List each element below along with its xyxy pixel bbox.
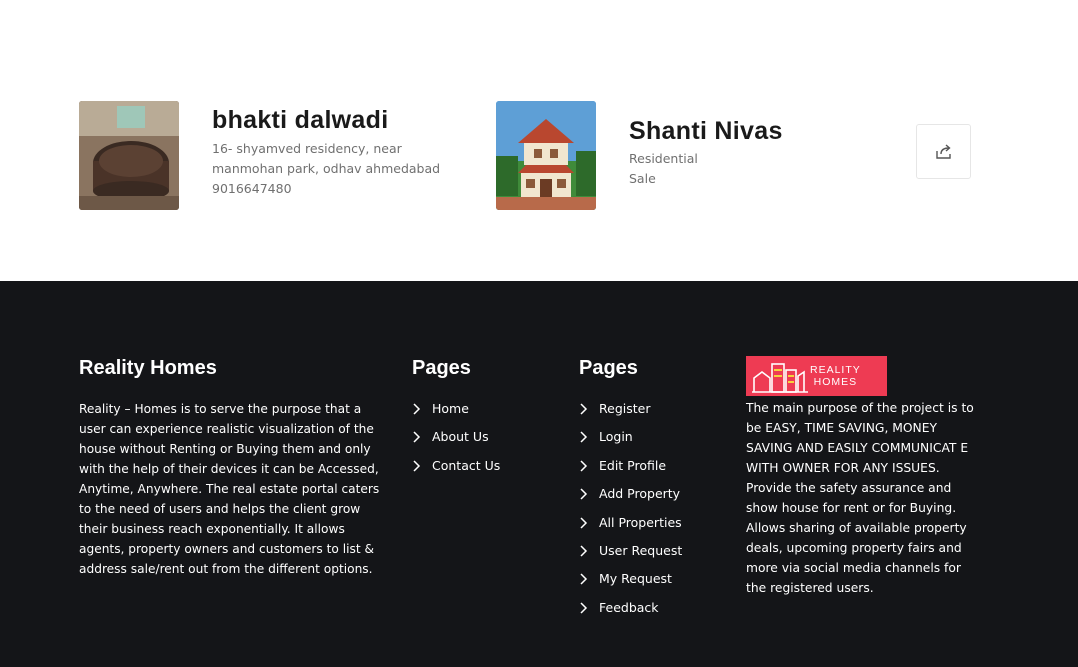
footer-link-label: Login — [599, 429, 633, 445]
chevron-right-icon — [579, 513, 599, 533]
footer-link-add-property[interactable]: Add Property — [579, 484, 682, 512]
site-footer: Reality Homes Reality – Homes is to serv… — [0, 281, 1078, 667]
footer-link-label: Edit Profile — [599, 457, 667, 473]
footer-link-about-us[interactable]: About Us — [412, 427, 500, 455]
chevron-right-icon — [579, 569, 599, 589]
chevron-right-icon — [579, 456, 599, 476]
footer-link-label: User Request — [599, 542, 683, 558]
footer-link-label: Register — [599, 401, 651, 416]
buildings-logo-icon — [752, 363, 808, 393]
property-name: Shanti Nivas — [629, 117, 783, 145]
chevron-right-icon — [412, 399, 432, 419]
footer-link-label: All Properties — [599, 514, 682, 530]
property-details-section: bhakti dalwadi 16- shyamved residency, n… — [0, 0, 1078, 281]
footer-link-label: My Request — [599, 571, 672, 587]
footer-link-user-request[interactable]: User Request — [579, 541, 682, 569]
chevron-right-icon — [579, 427, 599, 447]
chevron-right-icon — [579, 541, 599, 561]
chevron-right-icon — [579, 598, 599, 618]
footer-link-login[interactable]: Login — [579, 427, 682, 455]
footer-link-home[interactable]: Home — [412, 399, 500, 427]
owner-address: 16- shyamved residency, near manmohan pa… — [212, 141, 441, 176]
footer-about-title: Reality Homes — [79, 357, 217, 379]
footer-about-text: Reality – Homes is to serve the purpose … — [79, 402, 380, 576]
reality-homes-logo[interactable]: REALITY HOMES — [746, 356, 887, 396]
cake-image-icon — [79, 101, 179, 210]
property-type: Residential — [629, 151, 698, 166]
house-image-icon — [496, 101, 596, 210]
footer-pages-list-1: Home About Us Contact Us — [412, 399, 500, 484]
share-button[interactable] — [916, 124, 971, 179]
logo-text: REALITY HOMES — [810, 364, 861, 388]
footer-link-label: Home — [432, 401, 469, 416]
footer-link-all-properties[interactable]: All Properties — [579, 513, 682, 541]
chevron-right-icon — [412, 456, 432, 476]
footer-link-edit-profile[interactable]: Edit Profile — [579, 456, 682, 484]
property-status: Sale — [629, 171, 656, 186]
property-photo — [496, 101, 596, 210]
footer-link-contact-us[interactable]: Contact Us — [412, 456, 500, 484]
footer-description: The main purpose of the project is to be… — [746, 401, 974, 595]
footer-pages-list-2: Register Login Edit Profile Add Property… — [579, 399, 682, 626]
footer-pages-title-2: Pages — [579, 357, 638, 379]
chevron-right-icon — [579, 399, 599, 419]
footer-pages-title-1: Pages — [412, 357, 471, 379]
footer-link-label: Feedback — [599, 599, 659, 615]
footer-link-my-request[interactable]: My Request — [579, 569, 682, 597]
footer-link-label: Add Property — [599, 486, 681, 502]
chevron-right-icon — [412, 427, 432, 447]
logo-line-2: HOMES — [813, 376, 858, 388]
footer-link-label: Contact Us — [432, 457, 501, 473]
footer-link-register[interactable]: Register — [579, 399, 682, 427]
owner-name: bhakti dalwadi — [212, 106, 389, 134]
footer-link-feedback[interactable]: Feedback — [579, 598, 682, 626]
owner-photo — [79, 101, 179, 210]
owner-phone: 9016647480 — [212, 181, 292, 196]
footer-link-label: About Us — [432, 429, 489, 445]
chevron-right-icon — [579, 484, 599, 504]
logo-line-1: REALITY — [810, 364, 861, 376]
share-icon — [935, 143, 951, 159]
